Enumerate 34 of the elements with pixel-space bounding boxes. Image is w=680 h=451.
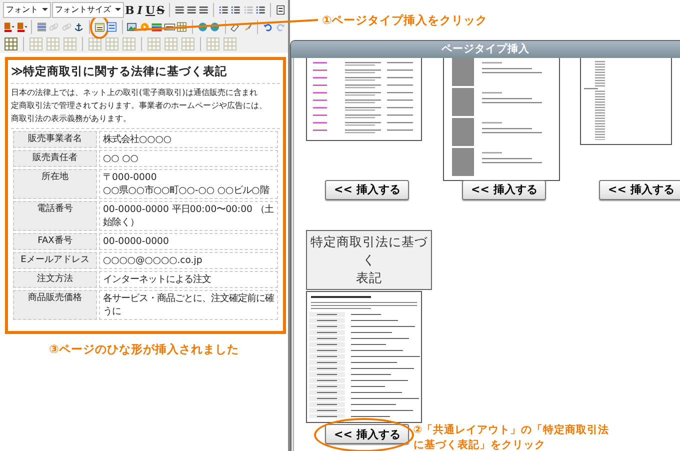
insert-button[interactable]: << 挿入する <box>599 180 680 200</box>
table-cell: Eメールアドレス <box>13 252 97 269</box>
table-cell: 〒000-0000 ○○県○○市○○町○○-○○ ○○ビル○階 <box>99 169 278 199</box>
annotation-text: ③ページのひな形が挿入されました <box>49 342 239 357</box>
format-button[interactable]: B <box>125 2 134 18</box>
format-button[interactable]: S <box>156 2 166 18</box>
table-cell: 各サービス・商品ごとに、注文確定前に確 うに <box>99 290 278 320</box>
table-icon[interactable] <box>3 36 19 52</box>
insert-button[interactable]: << 挿入する <box>325 180 410 200</box>
table-cell: 所在地 <box>13 169 97 199</box>
table-cell: 販売責任者 <box>13 150 97 167</box>
insert-button[interactable]: << 挿入する <box>462 180 546 200</box>
insert-button[interactable]: << 挿入する <box>325 424 410 444</box>
table-cell: ○○ ○○ <box>99 150 278 167</box>
template-title: 特定商取引法に基づく 表記 <box>306 230 432 290</box>
table-cell: 00-0000-0000 <box>99 233 278 250</box>
table-cell: 販売事業者名 <box>13 131 97 148</box>
annotation-text: ②「共通レイアウト」の「特定商取引法 に基づく表記」をクリック <box>413 422 610 451</box>
table-cell: 商品販売価格 <box>13 290 97 320</box>
table-cell: インターネットによる注文 <box>99 271 278 288</box>
paragraph: 日本の法律上では、ネット上の取引(電子商取引)は通信販売に含まれ 定商取引法で管理されております。事業者のホームページや広告には、 商取引法の表示義務があります。 <box>11 84 280 129</box>
format-button[interactable]: U <box>145 2 156 18</box>
table-cell: 注文方法 <box>13 271 97 288</box>
table-cell: 電話番号 <box>13 201 97 231</box>
format-button[interactable]: I <box>135 2 144 18</box>
heading: ≫特定商取引に関する法律に基づく表記 <box>11 61 280 84</box>
annotation-text: ①ページタイプ挿入をクリック <box>322 12 488 28</box>
dropdown[interactable]: フォント <box>3 2 51 18</box>
dialog-title: ページタイプ挿入 <box>291 41 680 58</box>
table-cell: 00-0000-0000 平日00:00〜00:00 （土 始除く） <box>99 201 278 231</box>
dropdown[interactable]: フォントサイズ <box>52 2 124 18</box>
table-cell: ○○○○@○○○○.co.jp <box>99 252 278 269</box>
table-cell: FAX番号 <box>13 233 97 250</box>
table-cell: 株式会社○○○○ <box>99 131 278 148</box>
